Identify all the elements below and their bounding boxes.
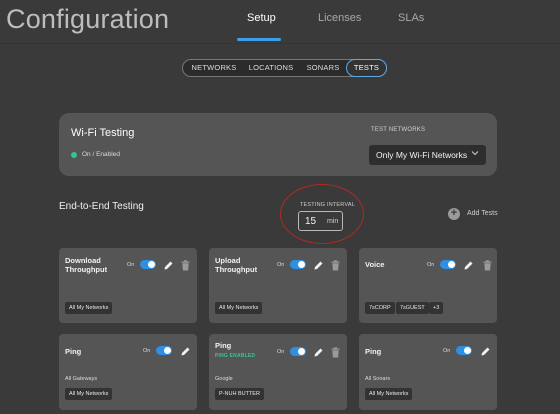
subtab-networks[interactable]: NETWORKS [189, 60, 239, 76]
toggle-label: On [143, 348, 151, 354]
card-title-line1: Ping [365, 347, 382, 356]
card-title-line1: Ping [65, 347, 82, 356]
wifi-testing-title: Wi-Fi Testing [71, 127, 135, 139]
enable-toggle[interactable] [140, 260, 156, 269]
tab-licenses[interactable]: Licenses [318, 12, 361, 24]
ping-enabled-label: PING ENABLED [215, 353, 256, 359]
test-networks-selected: Only My Wi-Fi Networks [376, 150, 468, 160]
ping-target-label: All Sonars [365, 376, 391, 382]
subtab-bar: NETWORKS LOCATIONS SONARS TESTS [182, 59, 387, 77]
network-chip: P-NUH BUTTER [215, 388, 264, 400]
highlight-circle [280, 184, 364, 244]
subtab-tests[interactable]: TESTS [346, 59, 387, 77]
card-title-line1: Ping [215, 341, 232, 350]
test-card-upload-throughput: Upload Throughput On All My Networks [209, 248, 347, 323]
active-tab-indicator [237, 38, 281, 41]
wifi-testing-card: Wi-Fi Testing On / Enabled TEST NETWORKS… [59, 113, 497, 176]
pencil-icon[interactable] [313, 258, 324, 276]
tab-setup[interactable]: Setup [247, 12, 276, 24]
enable-toggle[interactable] [156, 346, 172, 355]
network-chip: 7sCORP [365, 302, 395, 314]
pencil-icon[interactable] [180, 344, 191, 362]
card-title-line1: Voice [365, 260, 385, 269]
top-header: Configuration Setup Licenses SLAs [0, 0, 560, 44]
pencil-icon[interactable] [313, 345, 324, 363]
test-card-ping-sonars: Ping On All Sonars All My Networks [359, 334, 497, 410]
test-networks-label: TEST NETWORKS [371, 127, 426, 133]
card-title-line2: Throughput [215, 265, 258, 274]
network-chip: All My Networks [65, 302, 113, 314]
card-title-line2: Throughput [65, 265, 108, 274]
ping-target-label: Google [215, 376, 233, 382]
network-chip: 7sGUEST [396, 302, 429, 314]
tab-slas[interactable]: SLAs [398, 12, 424, 24]
page-title: Configuration [6, 4, 170, 34]
pencil-icon[interactable] [480, 344, 491, 362]
subtab-sonars[interactable]: SONARS [301, 60, 345, 76]
ping-target-label: All Gateways [65, 376, 98, 382]
trash-icon[interactable] [181, 258, 190, 276]
test-card-ping-gateways: Ping On All Gateways All My Networks [59, 334, 197, 410]
pencil-icon[interactable] [463, 258, 474, 276]
status-dot-icon [71, 152, 77, 158]
enable-toggle[interactable] [290, 260, 306, 269]
add-tests-label: Add Tests [467, 210, 498, 217]
subtab-locations[interactable]: LOCATIONS [246, 60, 296, 76]
test-networks-dropdown[interactable]: Only My Wi-Fi Networks [369, 145, 486, 165]
e2e-testing-title: End-to-End Testing [59, 201, 144, 212]
enable-toggle[interactable] [290, 347, 306, 356]
trash-icon[interactable] [331, 258, 340, 276]
trash-icon[interactable] [483, 258, 492, 276]
toggle-label: On [443, 348, 451, 354]
trash-icon[interactable] [331, 345, 340, 363]
toggle-label: On [427, 262, 435, 268]
card-title-line1: Upload [215, 256, 241, 265]
test-card-download-throughput: Download Throughput On All My Networks [59, 248, 197, 323]
test-card-ping-google: Ping PING ENABLED On Google P-NUH BUTTER [209, 334, 347, 410]
test-card-voice: Voice On 7sCORP 7sGUEST +3 [359, 248, 497, 323]
toggle-label: On [277, 262, 285, 268]
more-networks-chip[interactable]: +3 [429, 302, 444, 314]
pencil-icon[interactable] [163, 258, 174, 276]
wifi-status-text: On / Enabled [82, 151, 120, 158]
enable-toggle[interactable] [456, 346, 472, 355]
plus-icon: + [448, 208, 460, 220]
card-title-line1: Download [65, 256, 101, 265]
network-chip: All My Networks [365, 388, 413, 400]
toggle-label: On [277, 349, 285, 355]
enable-toggle[interactable] [440, 260, 456, 269]
network-chip: All My Networks [215, 302, 263, 314]
chevron-down-icon [471, 149, 479, 159]
toggle-label: On [127, 262, 135, 268]
network-chip: All My Networks [65, 388, 113, 400]
